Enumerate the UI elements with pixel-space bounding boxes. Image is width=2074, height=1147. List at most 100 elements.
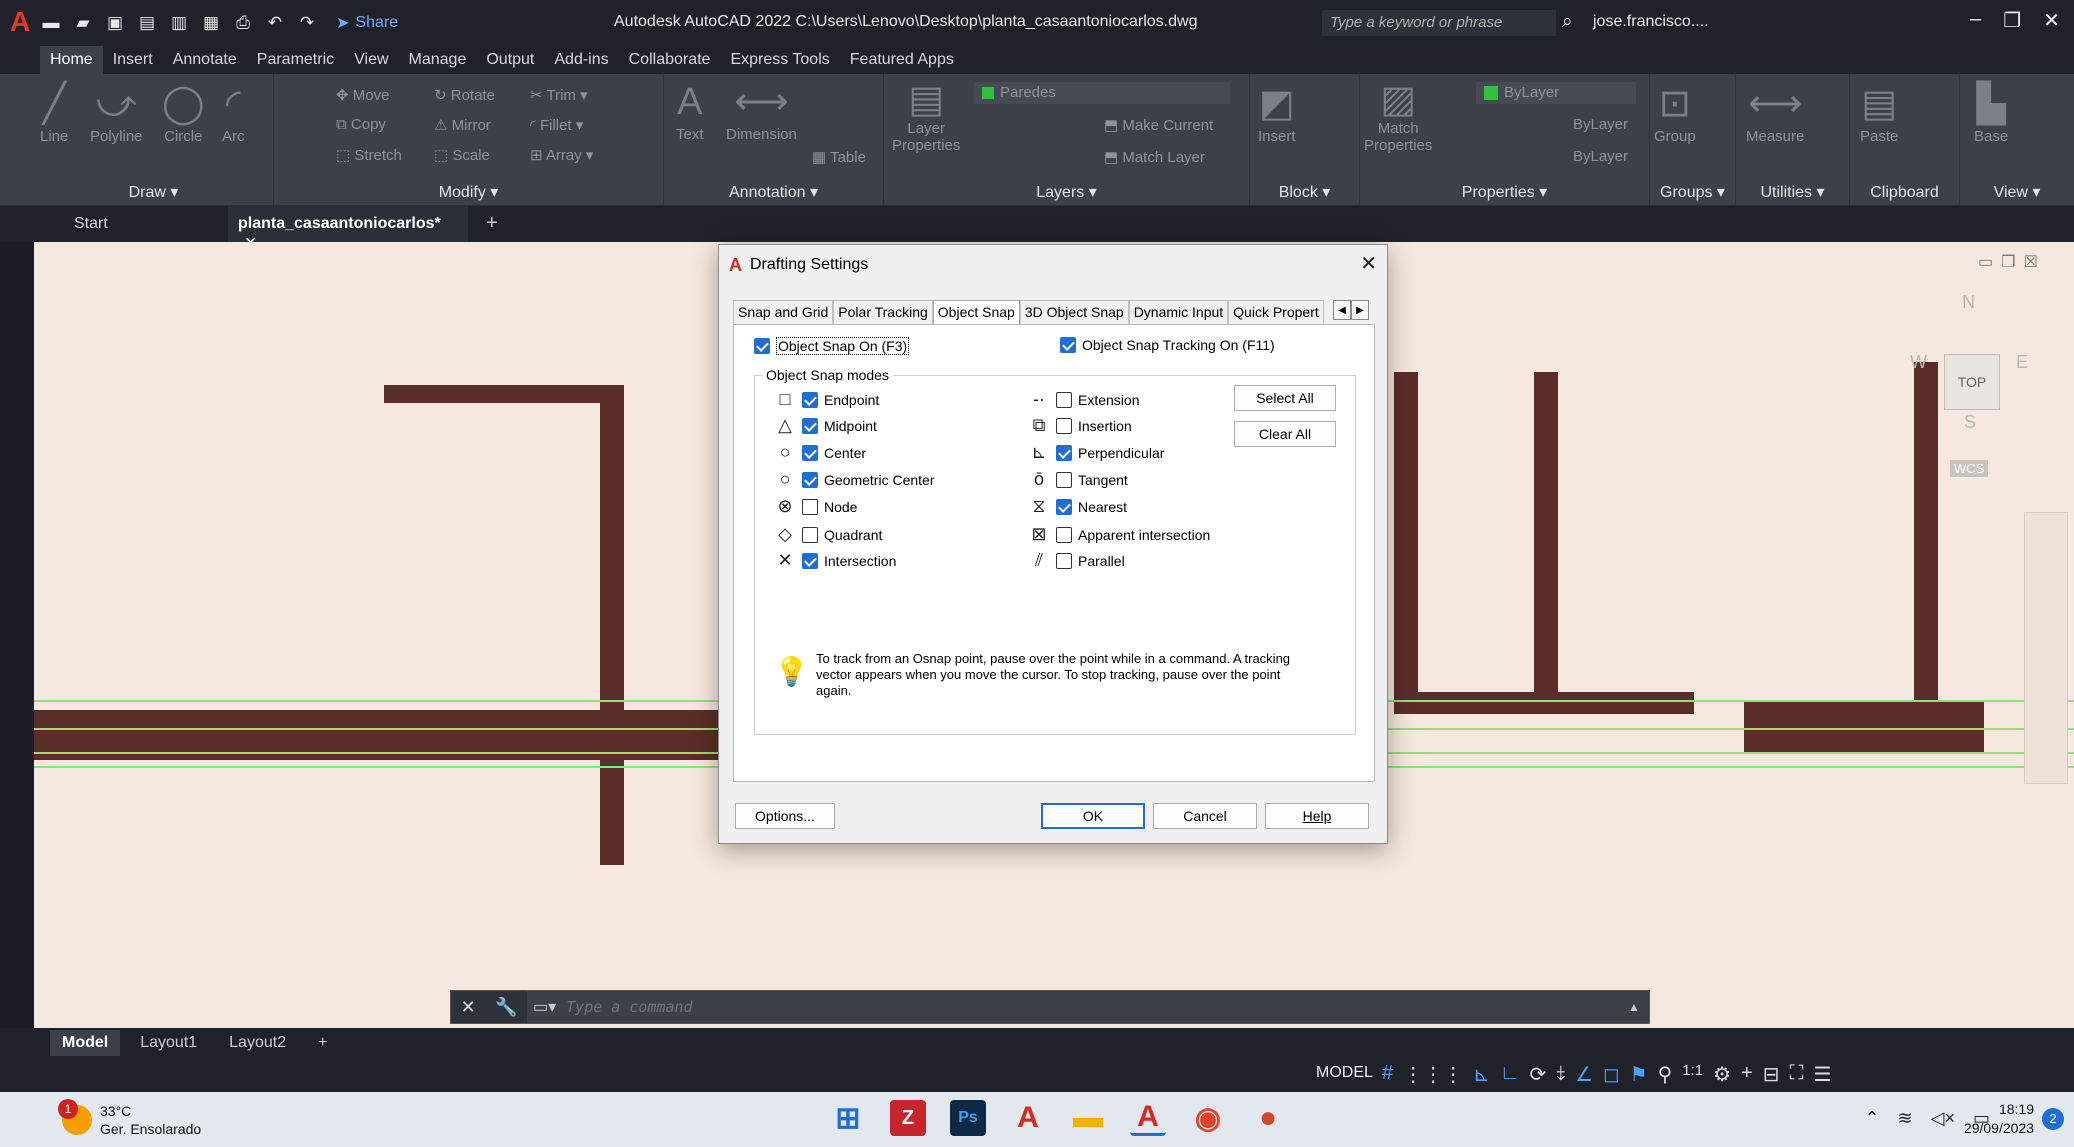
ribbon-tab-addins[interactable]: Add-ins: [544, 46, 618, 74]
share-button[interactable]: ➤ Share: [336, 13, 398, 33]
array-button[interactable]: ⊞ Array ▾: [530, 146, 593, 164]
close-command-line-icon[interactable]: ✕: [461, 997, 476, 1018]
print-icon[interactable]: ⎙: [232, 12, 254, 34]
wcs-menu[interactable]: WCS: [1950, 460, 1989, 477]
annotation-scale-icon[interactable]: ⚲: [1658, 1062, 1673, 1087]
ribbon-tab-parametric[interactable]: Parametric: [247, 46, 344, 74]
ok-button[interactable]: OK: [1041, 803, 1145, 829]
line-button[interactable]: ╱ Line: [40, 80, 68, 145]
new-icon[interactable]: ▬: [40, 12, 62, 34]
ribbon-tab-output[interactable]: Output: [476, 46, 544, 74]
draw-panel-label[interactable]: Draw ▾: [34, 182, 273, 202]
mode-endpoint[interactable]: □ Endpoint: [774, 389, 880, 410]
save-icon[interactable]: ▣: [104, 12, 126, 34]
model-space-button[interactable]: MODEL: [1316, 1064, 1373, 1082]
plus-icon[interactable]: +: [1741, 1062, 1753, 1087]
snap-icon[interactable]: ⋮⋮⋮: [1403, 1062, 1463, 1087]
fullscreen-icon[interactable]: ⛶: [1789, 1062, 1803, 1087]
properties-panel-label[interactable]: Properties ▾: [1360, 182, 1649, 202]
layout-tab-model[interactable]: Model: [50, 1030, 121, 1056]
groups-panel-label[interactable]: Groups ▾: [1650, 182, 1735, 202]
mode-midpoint[interactable]: △ Midpoint: [774, 415, 877, 436]
isodraft-icon[interactable]: ⟳: [1529, 1062, 1546, 1087]
extension-checkbox[interactable]: [1056, 391, 1072, 408]
layout-tab-layout1[interactable]: Layout1: [128, 1030, 209, 1056]
mode-tangent[interactable]: ō Tangent: [1028, 469, 1128, 490]
copy-button[interactable]: ⧉ Copy: [336, 116, 386, 133]
annotation-visibility-icon[interactable]: ⚑: [1630, 1062, 1648, 1087]
osnap-on-toggle[interactable]: Object Snap On (F3): [754, 337, 910, 355]
parallel-checkbox[interactable]: [1056, 552, 1072, 569]
ribbon-tab-annotate[interactable]: Annotate: [163, 46, 247, 74]
tracking-on-toggle[interactable]: Object Snap Tracking On (F11): [1060, 337, 1275, 353]
clear-all-button[interactable]: Clear All: [1234, 421, 1336, 447]
geometric-center-checkbox[interactable]: [802, 471, 818, 488]
tab-scroll-left-icon[interactable]: ◀: [1333, 300, 1351, 320]
selection-cycling-icon[interactable]: ◻: [1603, 1062, 1620, 1087]
photoshop-icon[interactable]: Ps: [950, 1100, 986, 1136]
viewcube-top[interactable]: TOP: [1944, 354, 2000, 410]
viewcube-north[interactable]: N: [1962, 292, 1975, 313]
nearest-checkbox[interactable]: [1056, 498, 1072, 515]
make-current-button[interactable]: ⬒ Make Current: [1104, 116, 1213, 134]
grid-icon[interactable]: #: [1382, 1062, 1393, 1087]
arc-button[interactable]: ◜ Arc: [222, 80, 245, 145]
powerpoint-icon[interactable]: ●: [1250, 1100, 1286, 1136]
tab-snap-and-grid[interactable]: Snap and Grid: [733, 300, 834, 324]
ribbon-tab-manage[interactable]: Manage: [399, 46, 477, 74]
annotation-scale-value[interactable]: 1:1: [1682, 1062, 1703, 1087]
layout-tab-layout2[interactable]: Layout2: [217, 1030, 298, 1056]
add-tab-icon[interactable]: +: [486, 212, 498, 235]
settings-gear-icon[interactable]: ⚙: [1713, 1062, 1731, 1087]
circle-button[interactable]: ◯ Circle: [162, 80, 205, 145]
add-layout-icon[interactable]: +: [306, 1030, 339, 1056]
intersection-checkbox[interactable]: [802, 552, 818, 569]
user-account[interactable]: jose.francisco....: [1593, 13, 1709, 31]
tab-polar-tracking[interactable]: Polar Tracking: [833, 300, 933, 324]
mode-node[interactable]: ⊗ Node: [774, 496, 857, 517]
weather-widget[interactable]: 1 33°C Ger. Ensolarado: [58, 1099, 201, 1138]
notifications-badge[interactable]: 2: [2042, 1108, 2064, 1130]
viewport-restore-icon[interactable]: ❐: [2001, 252, 2015, 272]
dialog-close-icon[interactable]: ✕: [1360, 251, 1377, 276]
color-dropdown[interactable]: ByLayer: [1476, 82, 1636, 104]
windows-start-icon[interactable]: ⊞: [830, 1100, 866, 1136]
quadrant-checkbox[interactable]: [802, 526, 818, 543]
mode-nearest[interactable]: ⧖ Nearest: [1028, 496, 1127, 517]
redo-icon[interactable]: ↷: [296, 12, 318, 34]
ribbon-tab-home[interactable]: Home: [40, 46, 103, 74]
object-snap-icon[interactable]: ∠: [1575, 1062, 1593, 1087]
rotate-button[interactable]: ↻ Rotate: [434, 86, 495, 104]
polar-icon[interactable]: ∟: [1500, 1062, 1520, 1087]
mode-intersection[interactable]: ✕ Intersection: [774, 550, 896, 571]
volume-icon[interactable]: ◁×: [1931, 1108, 1955, 1129]
select-all-button[interactable]: Select All: [1234, 385, 1336, 411]
navigation-bar[interactable]: [2024, 512, 2068, 784]
match-layer-button[interactable]: ⬒ Match Layer: [1104, 148, 1205, 166]
tab-quick-properties[interactable]: Quick Propert: [1228, 300, 1324, 324]
utilities-panel-label[interactable]: Utilities ▾: [1736, 182, 1849, 202]
plot-icon[interactable]: ▦: [200, 12, 222, 34]
tab-object-snap[interactable]: Object Snap: [932, 300, 1020, 324]
linetype-dropdown[interactable]: ByLayer: [1476, 114, 1636, 136]
center-checkbox[interactable]: [802, 444, 818, 461]
base-button[interactable]: ▙ Base: [1974, 80, 2008, 145]
tangent-checkbox[interactable]: [1056, 471, 1072, 488]
mode-parallel[interactable]: ⫽ Parallel: [1028, 550, 1125, 571]
tab-dynamic-input[interactable]: Dynamic Input: [1128, 300, 1229, 324]
ribbon-tab-featured-apps[interactable]: Featured Apps: [840, 46, 964, 74]
options-button[interactable]: Options...: [735, 803, 835, 829]
filezilla-icon[interactable]: Z: [890, 1100, 926, 1136]
layers-panel-label[interactable]: Layers ▾: [884, 182, 1249, 202]
mode-extension[interactable]: -· Extension: [1028, 389, 1139, 410]
osnap-tracking-icon[interactable]: ⤈: [1556, 1062, 1565, 1087]
table-button[interactable]: ▦ Table: [812, 148, 866, 166]
measure-button[interactable]: ⟷ Measure: [1746, 80, 1804, 145]
layer-dropdown[interactable]: Paredes: [974, 82, 1230, 104]
viewcube-east[interactable]: E: [2016, 352, 2028, 373]
mirror-button[interactable]: ⚠ Mirror: [434, 116, 491, 134]
close-icon[interactable]: ✕: [2043, 8, 2060, 33]
undo-icon[interactable]: ↶: [264, 12, 286, 34]
midpoint-checkbox[interactable]: [802, 417, 818, 434]
tray-chevron-icon[interactable]: ⌃: [1864, 1108, 1879, 1129]
